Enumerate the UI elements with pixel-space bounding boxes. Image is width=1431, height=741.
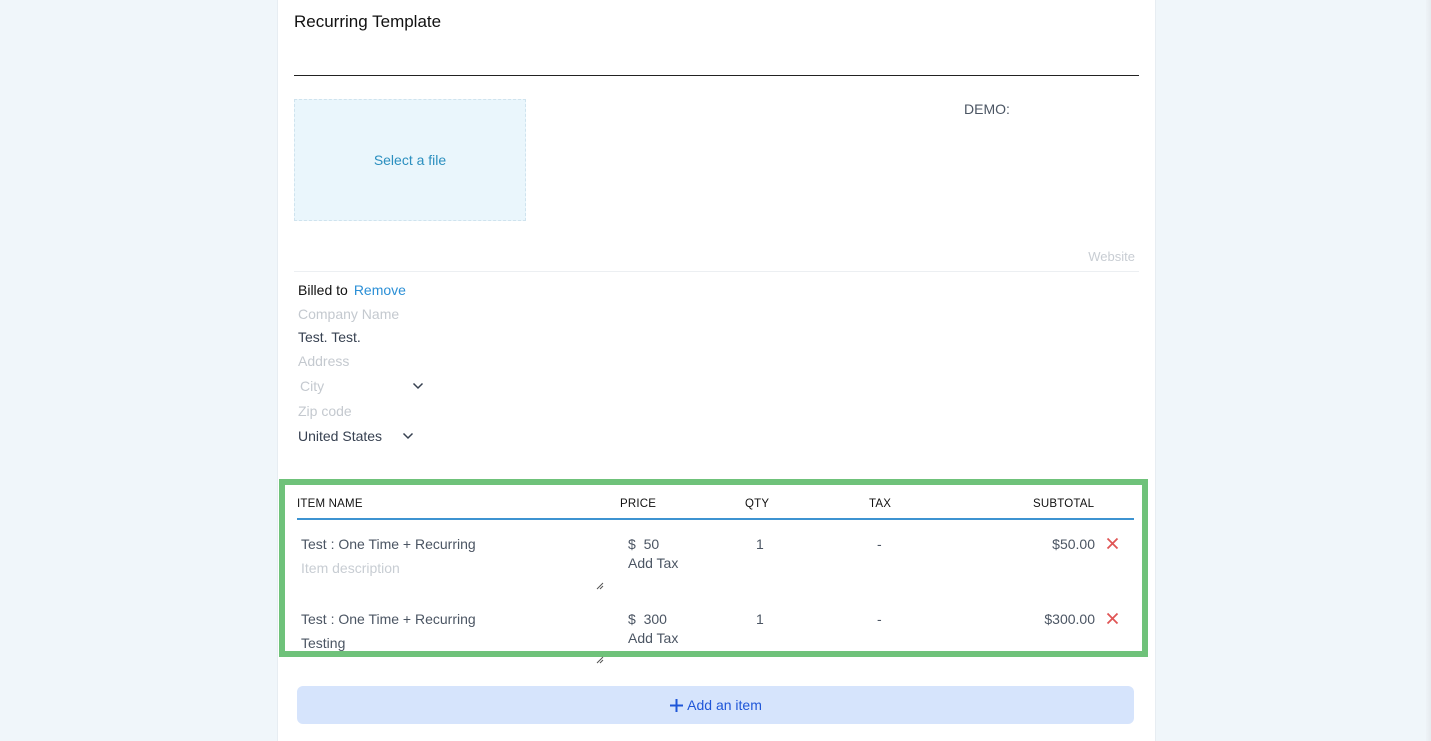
qty-input[interactable]: 1 <box>756 536 764 552</box>
client-address-input[interactable]: Address <box>298 353 349 369</box>
add-tax-link[interactable]: Add Tax <box>628 555 678 571</box>
close-icon[interactable] <box>1106 612 1119 625</box>
logo-upload-dropzone[interactable]: Select a file <box>294 99 526 221</box>
company-name: DEMO: <box>964 101 1010 117</box>
currency-symbol: $ <box>628 536 636 552</box>
plus-icon <box>670 698 684 712</box>
add-tax-link[interactable]: Add Tax <box>628 630 678 646</box>
subtotal-value: $300.00 <box>1044 611 1095 627</box>
close-icon[interactable] <box>1106 537 1119 550</box>
client-company-input[interactable]: Company Name <box>298 306 399 322</box>
col-price: PRICE <box>620 498 657 510</box>
country-select[interactable]: United States <box>298 428 418 446</box>
client-name-input[interactable]: Test. Test. <box>298 329 361 345</box>
invoice-title: Recurring Template <box>294 12 442 31</box>
city-select-label: City <box>300 378 325 394</box>
website-placeholder: Website <box>1088 249 1135 264</box>
country-select-label: United States <box>298 428 383 444</box>
chevron-down-icon <box>412 382 424 390</box>
tax-value: - <box>877 611 882 627</box>
billed-to-label: Billed to <box>298 282 348 298</box>
item-description-input[interactable]: Item description <box>301 560 400 576</box>
item-name-input[interactable]: Test : One Time + Recurring <box>301 536 479 552</box>
city-select[interactable]: City <box>300 378 428 396</box>
col-qty: QTY <box>745 498 770 510</box>
website-input[interactable]: Website <box>294 249 1139 272</box>
add-item-button[interactable]: Add an item <box>297 686 1134 724</box>
qty-input[interactable]: 1 <box>756 611 764 627</box>
table-header-divider <box>297 518 1134 520</box>
resize-handle-icon[interactable] <box>596 656 604 664</box>
resize-handle-icon[interactable] <box>596 582 604 590</box>
item-description-input[interactable]: Testing <box>301 635 345 651</box>
subtotal-value: $50.00 <box>1052 536 1095 552</box>
remove-client-link[interactable]: Remove <box>354 282 406 298</box>
billed-to-header: Billed to Remove <box>298 282 406 298</box>
col-tax: TAX <box>869 498 892 510</box>
chevron-down-icon <box>402 432 414 440</box>
price-value: 50 <box>643 536 660 552</box>
col-item-name: ITEM NAME <box>297 498 363 510</box>
currency-symbol: $ <box>628 611 636 627</box>
logo-upload-label: Select a file <box>373 152 447 168</box>
tax-value: - <box>877 536 882 552</box>
item-name-input[interactable]: Test : One Time + Recurring <box>301 611 479 627</box>
zip-code-input[interactable]: Zip code <box>298 403 352 419</box>
page-edge-shadow <box>1426 0 1431 741</box>
price-input[interactable]: $ 300 <box>628 611 667 627</box>
price-value: 300 <box>643 611 667 627</box>
invoice-title-field[interactable]: Recurring Template <box>294 0 1139 76</box>
line-items-table: ITEM NAME PRICE QTY TAX SUBTOTAL Test : … <box>279 479 1148 657</box>
add-item-label: Add an item <box>687 697 762 713</box>
price-input[interactable]: $ 50 <box>628 536 659 552</box>
col-subtotal: SUBTOTAL <box>1033 498 1095 510</box>
